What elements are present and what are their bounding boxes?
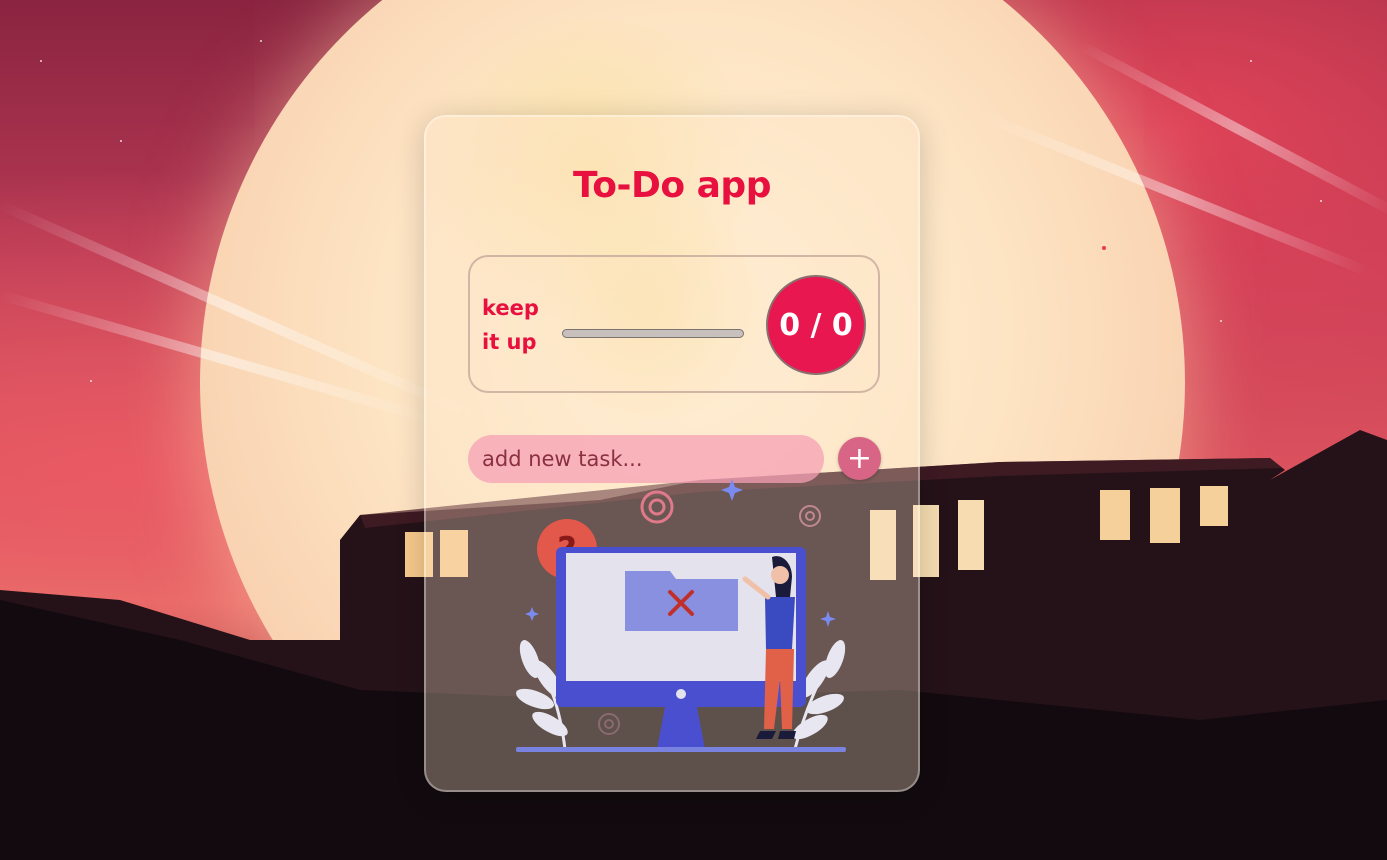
- sparkle-icon: [525, 607, 539, 621]
- gear-icon: [799, 505, 821, 527]
- progress-panel: keep it up 0 / 0: [468, 255, 880, 393]
- monitor-icon: [516, 547, 846, 752]
- plus-icon: +: [846, 441, 873, 476]
- progress-bar: [562, 329, 744, 338]
- todo-card: To-Do app keep it up 0 / 0 + ?: [424, 115, 920, 792]
- new-task-input[interactable]: [468, 435, 824, 483]
- motivation-text: keep it up: [482, 296, 539, 354]
- task-counter: 0 / 0: [766, 275, 866, 375]
- empty-tasks-illustration: ?: [516, 479, 846, 752]
- gear-icon: [598, 713, 620, 735]
- gear-icon: [640, 490, 674, 524]
- folder-icon: [625, 571, 738, 631]
- sparkle-icon: [721, 479, 743, 501]
- sparkle-icon: [820, 611, 836, 627]
- add-task-button[interactable]: +: [838, 437, 881, 480]
- app-title: To-Do app: [573, 165, 771, 206]
